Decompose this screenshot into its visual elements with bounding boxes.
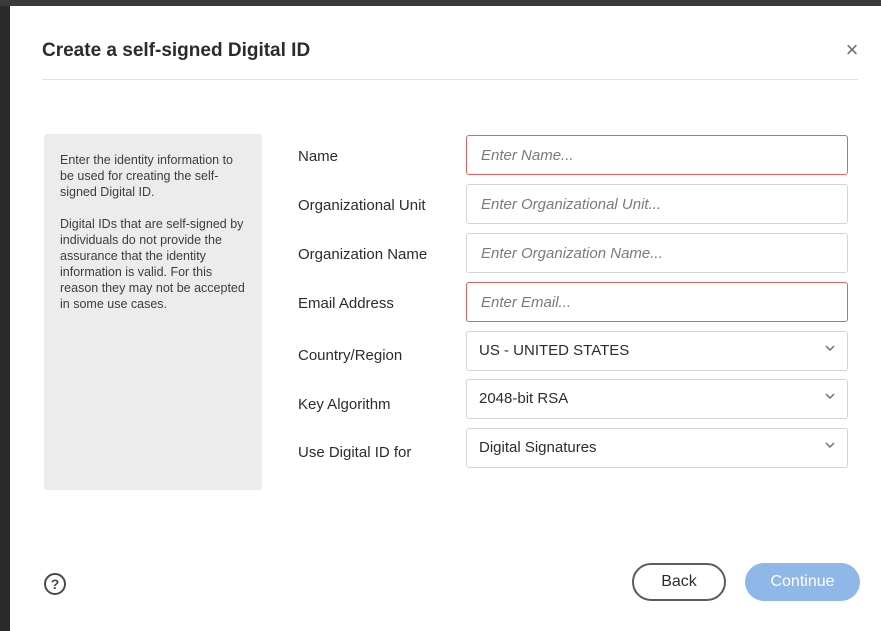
country-select[interactable]: US - UNITED STATES [466, 331, 848, 371]
email-field[interactable] [466, 282, 848, 322]
chevron-down-icon [825, 442, 835, 449]
country-value: US - UNITED STATES [479, 342, 630, 359]
info-text-identity: Enter the identity information to be use… [60, 153, 234, 199]
use-for-value: Digital Signatures [479, 439, 597, 456]
name-label: Name [298, 148, 339, 165]
key-algorithm-label: Key Algorithm [298, 396, 391, 413]
dialog-title: Create a self-signed Digital ID [42, 40, 311, 61]
org-name-field[interactable] [466, 233, 848, 273]
org-unit-label: Organizational Unit [298, 197, 426, 214]
name-field[interactable] [466, 135, 848, 175]
use-for-label: Use Digital ID for [298, 444, 412, 461]
back-button[interactable]: Back [632, 563, 726, 601]
use-for-select[interactable]: Digital Signatures [466, 428, 848, 468]
email-label: Email Address [298, 295, 394, 312]
key-algorithm-value: 2048-bit RSA [479, 390, 569, 407]
chevron-down-icon [825, 393, 835, 400]
chevron-down-icon [825, 345, 835, 352]
create-digital-id-dialog: Create a self-signed Digital ID × Enter … [10, 6, 881, 631]
help-icon[interactable]: ? [44, 573, 66, 595]
key-algorithm-select[interactable]: 2048-bit RSA [466, 379, 848, 419]
org-unit-field[interactable] [466, 184, 848, 224]
header-divider [42, 79, 858, 80]
info-text-warning: Digital IDs that are self-signed by indi… [60, 217, 245, 311]
info-panel: Enter the identity information to be use… [44, 134, 262, 490]
continue-button[interactable]: Continue [745, 563, 860, 601]
org-name-label: Organization Name [298, 246, 428, 263]
close-icon[interactable]: × [840, 38, 864, 62]
country-label: Country/Region [298, 347, 403, 364]
